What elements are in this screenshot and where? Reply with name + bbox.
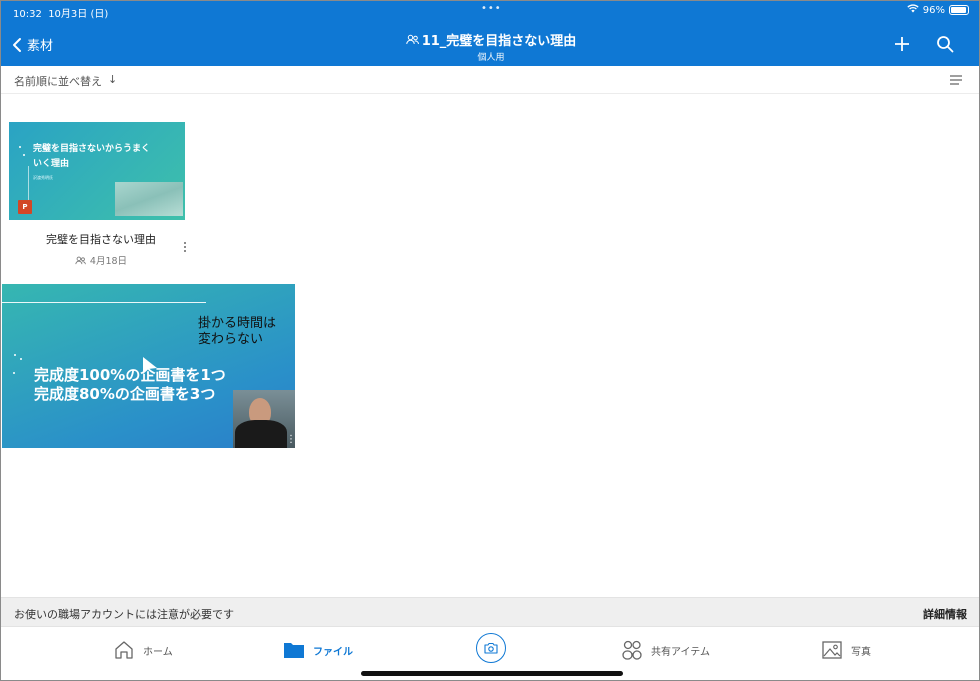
tab-files[interactable]: ファイル — [283, 638, 353, 662]
battery-percent: 96% — [922, 4, 945, 16]
battery-icon — [949, 5, 969, 15]
folder-icon — [284, 643, 304, 658]
tab-photos[interactable]: 写真 — [821, 638, 871, 662]
camera-icon — [484, 642, 498, 654]
presenter-body — [235, 420, 287, 448]
powerpoint-icon: P — [18, 200, 32, 214]
details-link[interactable]: 詳細情報 — [923, 606, 967, 622]
status-right: 96% — [907, 4, 969, 16]
video-note-line-2: 変わらない — [198, 332, 264, 347]
wifi-icon — [907, 4, 919, 16]
banner-text: お使いの職場アカウントには注意が必要です — [14, 608, 234, 621]
video-overlay[interactable]: 掛かる時間は 変わらない 完成度100%の企画書を1つ 完成度80%の企画書を3… — [2, 284, 295, 448]
file-date: 4月18日 — [89, 256, 128, 267]
tab-home-label: ホーム — [143, 646, 173, 658]
top-bar: 10:32 10月3日 (日) ••• 96% 素材 11_完璧を目指さない理由… — [1, 1, 979, 66]
file-name[interactable]: 完璧を目指さない理由 — [9, 231, 193, 247]
people-icon — [622, 640, 642, 660]
home-icon — [115, 641, 133, 659]
sparkle-decoration — [13, 372, 15, 374]
multitask-dots[interactable]: ••• — [481, 3, 502, 14]
status-date: 10月3日 (日) — [48, 9, 109, 20]
status-time-date: 10:32 10月3日 (日) — [13, 5, 108, 20]
arrow-down-icon: ↓ — [108, 73, 118, 86]
video-headline-line-2: 完成度80%の企画書を3つ — [34, 385, 216, 403]
folder-title-text: 11_完璧を目指さない理由 — [421, 34, 577, 49]
status-time: 10:32 — [13, 9, 42, 20]
more-options-icon[interactable] — [182, 241, 188, 253]
shared-people-icon — [406, 34, 419, 45]
file-thumbnail: 完璧を目指さないからうまくいく理由 沢渡秀明氏 P — [9, 122, 185, 220]
sparkle-decoration — [14, 354, 16, 356]
sort-bar: 名前順に並べ替え ↓ — [1, 66, 979, 94]
sort-button[interactable]: 名前順に並べ替え ↓ — [14, 73, 117, 89]
tab-photos-label: 写真 — [851, 646, 871, 658]
home-indicator[interactable] — [361, 671, 623, 676]
thumbnail-image — [115, 182, 183, 216]
folder-title: 11_完璧を目指さない理由 — [406, 30, 577, 49]
video-headline-line-1: 完成度100%の企画書を1つ — [34, 366, 226, 384]
photo-icon — [822, 641, 842, 659]
video-divider — [2, 302, 206, 303]
file-tile[interactable]: 完璧を目指さないからうまくいく理由 沢渡秀明氏 P — [9, 122, 185, 220]
tab-shared[interactable]: 共有アイテム — [621, 638, 710, 662]
account-warning-banner: お使いの職場アカウントには注意が必要です 詳細情報 — [1, 597, 979, 627]
sparkle-decoration — [23, 154, 25, 156]
video-more-icon[interactable]: ⋮ — [286, 434, 295, 445]
sparkle-decoration — [19, 146, 21, 148]
app-window: 10:32 10月3日 (日) ••• 96% 素材 11_完璧を目指さない理由… — [0, 0, 980, 681]
sort-label: 名前順に並べ替え — [14, 75, 102, 88]
add-icon[interactable] — [893, 35, 911, 53]
video-headline: 完成度100%の企画書を1つ 完成度80%の企画書を3つ — [34, 366, 226, 404]
shared-people-icon — [75, 256, 86, 264]
file-meta: 4月18日 — [9, 253, 193, 267]
video-note: 掛かる時間は 変わらない — [198, 316, 276, 348]
video-note-line-1: 掛かる時間は — [198, 316, 277, 331]
tab-shared-label: 共有アイテム — [651, 646, 710, 658]
folder-subtitle: 個人用 — [477, 53, 505, 63]
camera-button[interactable] — [476, 633, 506, 663]
search-icon[interactable] — [936, 35, 954, 53]
folder-title-area: 11_完璧を目指さない理由 個人用 — [1, 30, 979, 63]
tab-home[interactable]: ホーム — [113, 638, 173, 662]
sparkle-decoration — [20, 358, 22, 360]
thumbnail-subtitle: 沢渡秀明氏 — [33, 175, 53, 180]
tab-files-label: ファイル — [313, 646, 353, 658]
list-view-icon[interactable] — [950, 75, 962, 85]
thumbnail-title: 完璧を目指さないからうまくいく理由 — [33, 144, 151, 169]
